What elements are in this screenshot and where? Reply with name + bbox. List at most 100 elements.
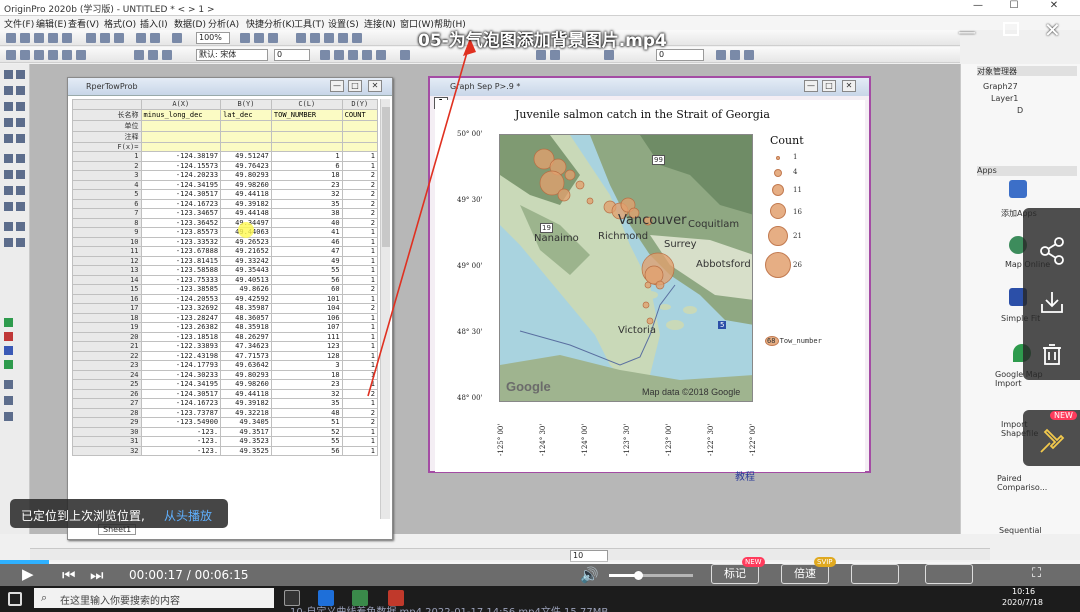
- table-cell[interactable]: 49.3405: [220, 417, 272, 428]
- table-cell[interactable]: -124.15573: [140, 160, 222, 171]
- table-row[interactable]: 6 -124.16723 49.39182 35 2: [72, 198, 379, 209]
- table-cell[interactable]: -124.34195: [140, 379, 222, 390]
- region-icon[interactable]: [16, 134, 25, 143]
- table-cell[interactable]: 55: [270, 265, 343, 276]
- table-row[interactable]: 11 -123.67888 49.21652 47 1: [72, 246, 379, 257]
- table-row[interactable]: 17 -123.32692 48.35987 104 2: [72, 303, 379, 314]
- save-icon[interactable]: [100, 33, 110, 43]
- table-cell[interactable]: 49.32218: [220, 407, 272, 418]
- table-cell[interactable]: 49.80293: [220, 170, 272, 181]
- new-matrix-icon[interactable]: [48, 33, 58, 43]
- table-row[interactable]: 15 -123.38585 49.8626 60 2: [72, 284, 379, 295]
- table-cell[interactable]: 1: [270, 151, 343, 162]
- units-cell[interactable]: [270, 119, 343, 132]
- table-cell[interactable]: 128: [270, 350, 343, 361]
- table-row[interactable]: 13 -123.58588 49.35443 55 1: [72, 265, 379, 276]
- fullscreen-icon[interactable]: ⛶: [1032, 566, 1041, 581]
- table-row[interactable]: 10 -123.33532 49.26523 46 1: [72, 236, 379, 247]
- zoom-select[interactable]: 100%: [196, 32, 230, 44]
- table-row[interactable]: 32 -123. 49.3525 56 1: [72, 445, 379, 456]
- data-reader-icon[interactable]: [16, 102, 25, 111]
- table-cell[interactable]: 2: [341, 407, 379, 418]
- graph-titlebar[interactable]: Graph Sep P>.9 * — □ ✕: [430, 78, 869, 96]
- pointer-tool-icon[interactable]: [4, 70, 13, 79]
- graph-title[interactable]: Juvenile salmon catch in the Strait of G…: [515, 108, 770, 121]
- graph-maximize-button[interactable]: □: [822, 80, 836, 92]
- table-cell[interactable]: 107: [270, 322, 343, 333]
- column-label-icon[interactable]: [62, 50, 72, 60]
- table-cell[interactable]: 56: [270, 445, 343, 456]
- table-cell[interactable]: -123.58588: [140, 265, 222, 276]
- menu-file[interactable]: 文件(F): [4, 17, 34, 30]
- table-cell[interactable]: -124.30517: [140, 189, 222, 200]
- table-cell[interactable]: -123.: [140, 436, 222, 447]
- table-row[interactable]: 26 -124.30517 49.44118 32 2: [72, 388, 379, 399]
- menu-analysis[interactable]: 分析(A): [208, 17, 239, 30]
- table-cell[interactable]: -123.32692: [140, 303, 222, 314]
- table-row[interactable]: 29 -123.54900 49.3405 51 2: [72, 417, 379, 428]
- print-icon[interactable]: [136, 33, 146, 43]
- font-size-select[interactable]: 0: [274, 49, 310, 61]
- table-cell[interactable]: 41: [270, 227, 343, 238]
- column-x-icon[interactable]: [6, 50, 16, 60]
- bubble-marker[interactable]: [655, 280, 665, 290]
- app-paired-comparison[interactable]: Paired Compariso...: [997, 474, 1057, 492]
- speed-button[interactable]: 倍速 SVIP: [781, 557, 836, 584]
- player-maximize-button[interactable]: [1003, 22, 1019, 36]
- table-cell[interactable]: 49.40513: [220, 274, 272, 285]
- table-cell[interactable]: 51: [270, 417, 343, 428]
- circle-tool-icon[interactable]: [4, 186, 13, 195]
- table-cell[interactable]: 49.51247: [220, 151, 272, 162]
- menu-connect[interactable]: 连接(N): [364, 17, 396, 30]
- refresh-icon[interactable]: [150, 33, 160, 43]
- menu-settings[interactable]: 设置(S): [328, 17, 359, 30]
- table-row[interactable]: 9-123.8557349.44063411: [72, 227, 379, 238]
- file-list-row[interactable]: 10-自定义曲线着色数据.mp4 2022-01-17 14:56 mp4文件 …: [290, 603, 990, 612]
- table-cell[interactable]: 1: [341, 426, 379, 437]
- bubble-marker[interactable]: [644, 281, 652, 289]
- rescale-icon[interactable]: [324, 33, 334, 43]
- table-cell[interactable]: 32: [270, 189, 343, 200]
- table-cell[interactable]: 49.21652: [220, 246, 272, 257]
- scale-in-icon[interactable]: [4, 86, 13, 95]
- column-error-icon[interactable]: [48, 50, 58, 60]
- comments-cell[interactable]: [140, 130, 222, 143]
- color-swatch-red-icon[interactable]: [4, 332, 13, 341]
- table-cell[interactable]: 35: [270, 198, 343, 209]
- table-cell[interactable]: -123.34657: [140, 208, 222, 219]
- table-cell[interactable]: -123.85573: [140, 227, 222, 238]
- workbook-window[interactable]: RperTowProb — □ ✕ A(X) B(Y) C(L) D(Y) 长名…: [67, 77, 393, 540]
- table-cell[interactable]: 1: [341, 445, 379, 456]
- table-cell[interactable]: -123.26382: [140, 322, 222, 333]
- table-cell[interactable]: -124.34195: [140, 179, 222, 190]
- table-cell[interactable]: 49: [270, 255, 343, 266]
- table-row[interactable]: 4 -124.34195 49.98260 23 2: [72, 179, 379, 190]
- open-icon[interactable]: [86, 33, 96, 43]
- column-disregard-icon[interactable]: [76, 50, 86, 60]
- contour-icon[interactable]: [4, 412, 13, 421]
- table-cell[interactable]: -122.43198: [140, 350, 222, 361]
- table-row[interactable]: 28 -123.73787 49.32218 48 2: [72, 407, 379, 418]
- volume-knob[interactable]: [634, 571, 644, 580]
- table-cell[interactable]: 49.63642: [220, 360, 272, 371]
- sort-icon[interactable]: [4, 238, 13, 247]
- menu-tools[interactable]: 工具(T): [294, 17, 325, 30]
- long-name-b[interactable]: lat_dec: [220, 108, 272, 121]
- comments-cell[interactable]: [220, 130, 272, 143]
- polygon-tool-icon[interactable]: [16, 186, 25, 195]
- table-cell[interactable]: -124.16723: [140, 198, 222, 209]
- line-style-icon[interactable]: [604, 50, 614, 60]
- table-row[interactable]: 8 -123.36452 49.34497 40 2: [72, 217, 379, 228]
- bubble-marker[interactable]: [642, 301, 650, 309]
- table-cell[interactable]: 49.76423: [220, 160, 272, 171]
- table-cell[interactable]: 2: [341, 417, 379, 428]
- color-swatch-blue-icon[interactable]: [4, 346, 13, 355]
- arrow-tool-icon[interactable]: [16, 154, 25, 163]
- quality-button[interactable]: [851, 564, 899, 584]
- legend-item-label[interactable]: 68 Tow_number: [767, 337, 822, 345]
- minimize-button[interactable]: —: [960, 0, 996, 16]
- align-center-icon[interactable]: [730, 50, 740, 60]
- bookmark-button[interactable]: 标记 NEW: [711, 557, 765, 584]
- table-cell[interactable]: 56: [270, 274, 343, 285]
- table-cell[interactable]: 3: [270, 360, 343, 371]
